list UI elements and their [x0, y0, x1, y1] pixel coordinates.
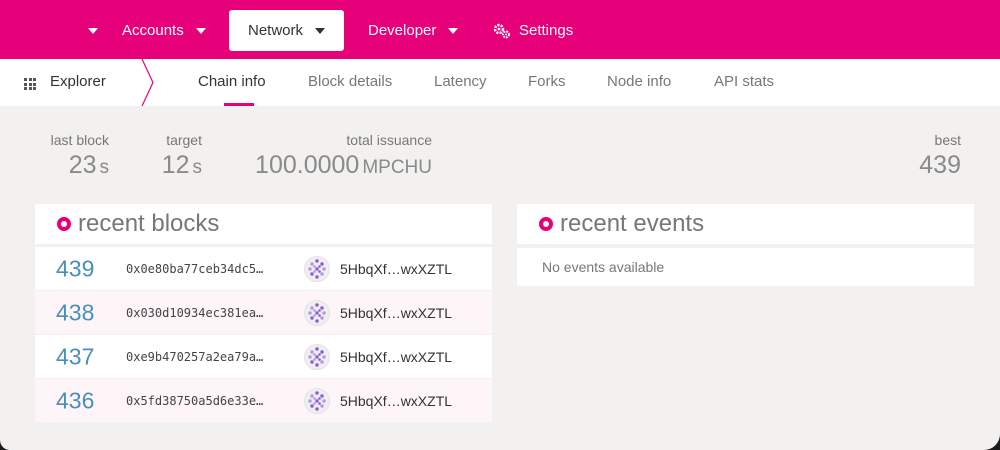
block-author[interactable]: 5HbqXf…wxXZTL: [340, 349, 452, 365]
stat-last-block: last block 23 s: [51, 132, 109, 180]
recent-events-empty: No events available: [517, 248, 974, 286]
section-title[interactable]: Explorer: [50, 73, 106, 90]
block-author[interactable]: 5HbqXf…wxXZTL: [340, 305, 452, 321]
block-row: 438 0x030d10934ec381ea… 5HbqXf…wxXZTL: [35, 291, 492, 334]
tab-forks[interactable]: Forks: [528, 73, 566, 90]
block-hash: 0xe9b470257a2ea79a…: [126, 349, 264, 364]
block-row: 436 0x5fd38750a5d6e33e… 5HbqXf…wxXZTL: [35, 379, 492, 422]
tab-api-stats[interactable]: API stats: [714, 73, 774, 90]
recent-blocks-header: recent blocks: [35, 204, 492, 244]
nav-accounts[interactable]: Accounts: [122, 10, 206, 51]
stat-value: 23 s: [68, 151, 109, 179]
block-hash: 0x030d10934ec381ea…: [126, 305, 264, 320]
stat-label: target: [166, 132, 202, 148]
block-row: 439 0x0e80ba77ceb34dc5… 5HbqXf…wxXZTL: [35, 247, 492, 290]
stat-label: best: [934, 132, 961, 148]
stat-target: target 12 s: [162, 132, 202, 180]
block-number-link[interactable]: 439: [56, 255, 94, 282]
block-number-link[interactable]: 436: [56, 387, 94, 414]
chevron-down-icon: [448, 27, 459, 34]
apps-grid-icon[interactable]: [24, 78, 36, 90]
block-number-link[interactable]: 437: [56, 343, 94, 370]
tab-chain-info[interactable]: Chain info: [198, 73, 266, 90]
block-row: 437 0xe9b470257a2ea79a… 5HbqXf…wxXZTL: [35, 335, 492, 378]
chevron-down-icon: [315, 27, 326, 34]
recent-events-header: recent events: [517, 204, 974, 244]
chevron-down-icon: [195, 27, 206, 34]
app-window: Accounts Network Developer Settings Expl…: [0, 0, 1000, 450]
stat-label: last block: [50, 132, 109, 148]
identicon-icon[interactable]: [304, 299, 330, 326]
tab-block-details[interactable]: Block details: [308, 73, 392, 90]
gears-icon: [493, 23, 511, 39]
nav-developer-label: Developer: [368, 22, 437, 39]
nav-network[interactable]: Network: [229, 10, 345, 51]
card-title: recent events: [560, 210, 705, 237]
stat-value: 439: [919, 151, 961, 179]
tab-node-info[interactable]: Node info: [607, 73, 671, 90]
identicon-icon[interactable]: [304, 255, 330, 282]
stat-best: best 439: [919, 132, 961, 180]
identicon-icon[interactable]: [304, 343, 330, 370]
sub-nav: Explorer Chain info Block details Latenc…: [0, 59, 1000, 106]
block-author[interactable]: 5HbqXf…wxXZTL: [340, 393, 452, 409]
bullet-icon: [57, 217, 71, 231]
stat-total-issuance: total issuance 100.0000 MPCHU: [255, 132, 432, 180]
chevron-down-icon: [88, 27, 98, 34]
tab-latency[interactable]: Latency: [434, 73, 487, 90]
bullet-icon: [539, 217, 553, 231]
block-hash: 0x5fd38750a5d6e33e…: [126, 393, 264, 408]
nav-developer[interactable]: Developer: [368, 10, 459, 51]
card-title: recent blocks: [78, 210, 220, 237]
block-number-link[interactable]: 438: [56, 299, 94, 326]
breadcrumb-separator-icon: [141, 59, 154, 106]
block-hash: 0x0e80ba77ceb34dc5…: [126, 261, 264, 276]
nav-network-label: Network: [248, 22, 304, 39]
nav-settings[interactable]: Settings: [493, 10, 573, 51]
stat-value: 12 s: [161, 151, 202, 179]
stat-label: total issuance: [346, 132, 432, 148]
stat-value: 100.0000 MPCHU: [255, 151, 432, 179]
active-tab-indicator: [224, 103, 254, 106]
nav-menu-dropdown[interactable]: [76, 10, 98, 51]
block-author[interactable]: 5HbqXf…wxXZTL: [340, 261, 452, 277]
top-nav: Accounts Network Developer Settings: [0, 0, 1000, 59]
identicon-icon[interactable]: [304, 387, 330, 414]
nav-accounts-label: Accounts: [122, 22, 184, 39]
nav-settings-label: Settings: [519, 22, 574, 39]
